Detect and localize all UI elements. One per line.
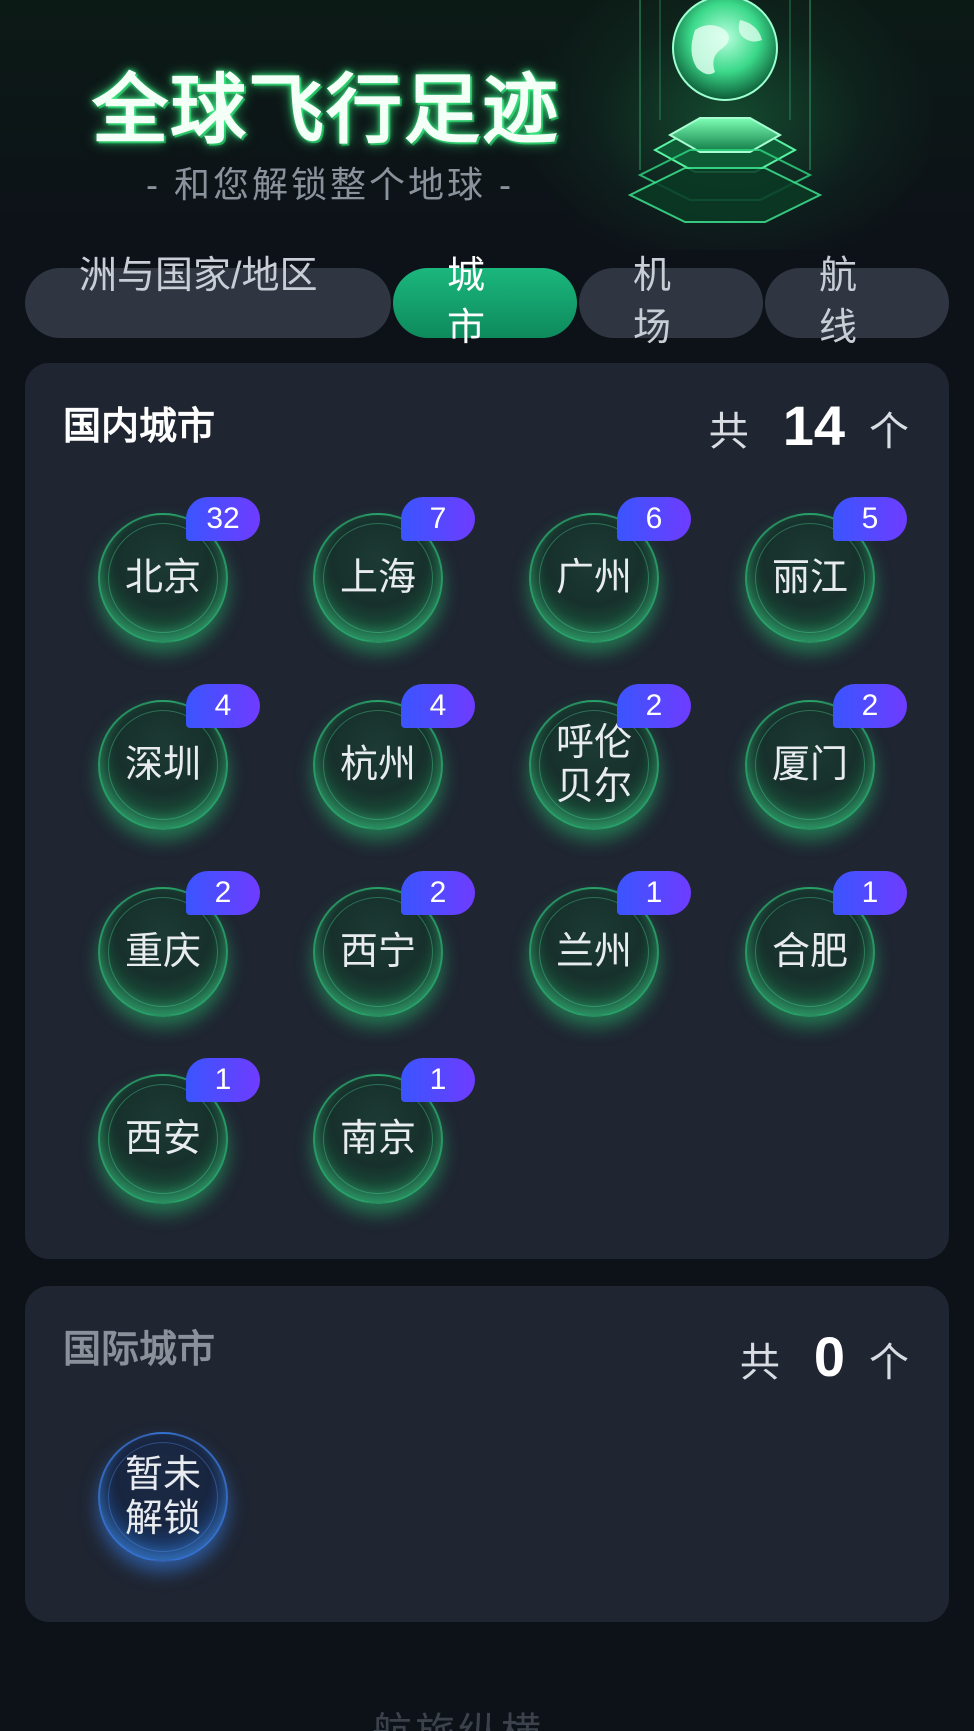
page-subtitle: - 和您解锁整个地球 - xyxy=(146,164,514,205)
page-title: 全球飞行足迹 xyxy=(92,68,560,153)
tab-airports[interactable]: 机场 xyxy=(579,255,763,349)
visit-count-badge: 2 xyxy=(186,871,260,915)
city-bubble[interactable]: 丽江 5 xyxy=(745,497,907,643)
section-title: 国际城市 xyxy=(63,1329,216,1371)
app-root: 全球飞行足迹 - 和您解锁整个地球 - 洲与国家/地区 城市 机场 航线 国内城… xyxy=(0,0,974,1731)
visit-count-badge: 2 xyxy=(401,871,475,915)
city-bubble[interactable]: 北京 32 xyxy=(98,497,260,643)
category-tabs: 洲与国家/地区 城市 机场 航线 xyxy=(25,244,949,349)
visit-count-badge: 1 xyxy=(186,1058,260,1102)
count-number: 14 xyxy=(782,394,845,457)
hero-banner: 全球飞行足迹 - 和您解锁整个地球 - xyxy=(0,0,974,250)
city-bubble[interactable]: 杭州 4 xyxy=(313,684,475,830)
international-cities-panel: 国际城市 共 0 个 暂未解锁 xyxy=(25,1286,949,1622)
visit-count-badge: 1 xyxy=(617,871,691,915)
tab-label: 机场 xyxy=(633,255,672,349)
tab-cities[interactable]: 城市 xyxy=(393,255,577,349)
visit-count-badge: 4 xyxy=(186,684,260,728)
locked-city-bubble: 暂未解锁 xyxy=(98,1432,228,1562)
city-bubble[interactable]: 广州 6 xyxy=(529,497,691,643)
city-bubble[interactable]: 厦门 2 xyxy=(745,684,907,830)
visit-count-badge: 1 xyxy=(401,1058,475,1102)
tab-label: 城市 xyxy=(447,255,486,349)
visit-count-badge: 5 xyxy=(833,497,907,541)
tab-continents-countries[interactable]: 洲与国家/地区 xyxy=(25,255,391,338)
tab-label: 洲与国家/地区 xyxy=(79,255,318,297)
visit-count-badge: 2 xyxy=(617,684,691,728)
visit-count-badge: 2 xyxy=(833,684,907,728)
tab-routes[interactable]: 航线 xyxy=(765,255,949,349)
visit-count-badge: 4 xyxy=(401,684,475,728)
city-count: 共 0 个 xyxy=(740,1324,909,1389)
city-bubble[interactable]: 上海 7 xyxy=(313,497,475,643)
city-bubble[interactable]: 深圳 4 xyxy=(98,684,260,830)
count-prefix: 共 xyxy=(739,1341,780,1385)
visit-count-badge: 32 xyxy=(186,497,260,541)
city-bubble[interactable]: 南京 1 xyxy=(313,1058,475,1204)
section-title: 国内城市 xyxy=(63,406,216,448)
count-number: 0 xyxy=(813,1325,845,1388)
tab-label: 航线 xyxy=(819,255,858,349)
city-bubble[interactable]: 兰州 1 xyxy=(529,871,691,1017)
locked-label: 暂未解锁 xyxy=(124,1454,201,1540)
count-prefix: 共 xyxy=(708,410,749,454)
city-bubble[interactable]: 西安 1 xyxy=(98,1058,260,1204)
visit-count-badge: 7 xyxy=(401,497,475,541)
visit-count-badge: 6 xyxy=(617,497,691,541)
count-suffix: 个 xyxy=(869,1341,909,1385)
city-bubble[interactable]: 西宁 2 xyxy=(313,871,475,1017)
city-bubble[interactable]: 重庆 2 xyxy=(98,871,260,1017)
domestic-cities-panel: 国内城市 共 14 个 北京 32 上海 7 广州 6 丽江 5 深圳 4 杭州 4 呼伦贝尔 2 厦门 2 重… xyxy=(25,363,949,1259)
city-bubble[interactable]: 合肥 1 xyxy=(745,871,907,1017)
footer-brand: 航旅纵横 xyxy=(372,1700,544,1731)
city-count: 共 14 个 xyxy=(709,393,909,458)
city-bubble[interactable]: 呼伦贝尔 2 xyxy=(529,684,691,830)
count-suffix: 个 xyxy=(869,410,909,454)
globe-pedestal-icon xyxy=(627,0,823,223)
visit-count-badge: 1 xyxy=(833,871,907,915)
